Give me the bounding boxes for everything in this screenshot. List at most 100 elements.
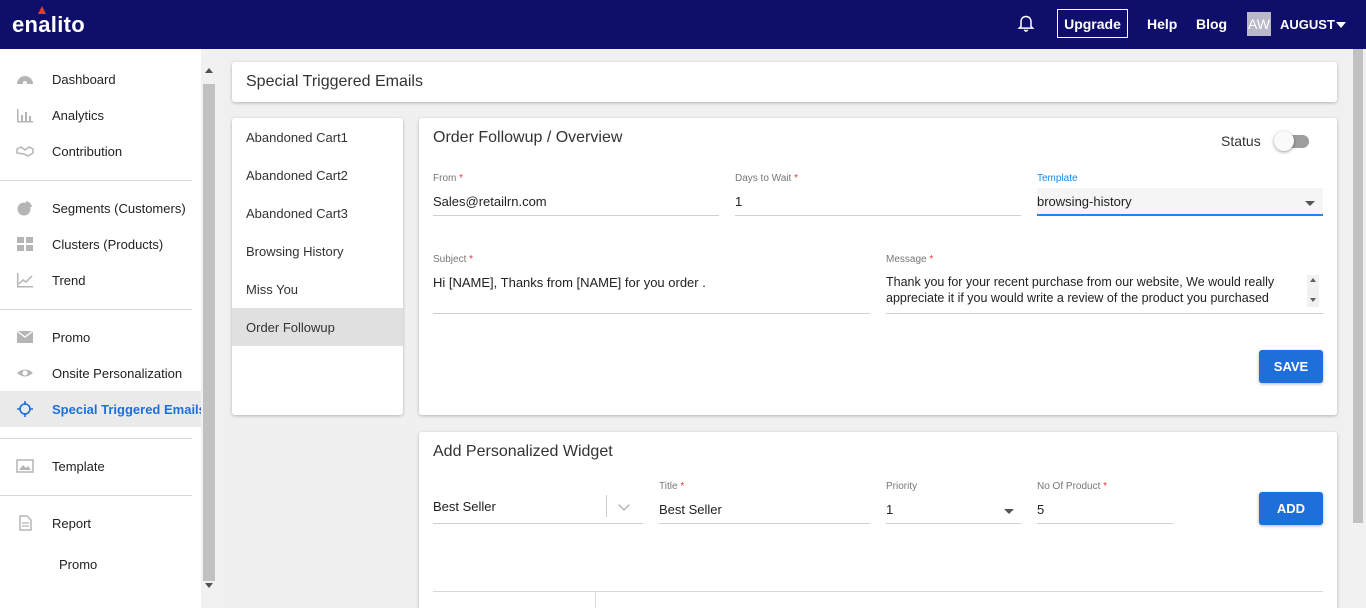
sidebar-item-segments[interactable]: Segments (Customers) [0,190,201,226]
upgrade-button[interactable]: Upgrade [1057,9,1128,38]
sidebar-divider [0,180,192,181]
status-label: Status [1221,133,1261,149]
scroll-up-icon[interactable] [205,68,213,73]
from-field[interactable]: Sales@retailrn.com [433,194,718,209]
sidebar-item-special-triggered-emails[interactable]: Special Triggered Emails [0,391,206,427]
grid-icon [17,237,33,251]
list-item[interactable]: Abandoned Cart1 [232,118,403,156]
sidebar-item-label: Promo [52,330,91,345]
list-item-label: Abandoned Cart1 [246,130,348,145]
sidebar-divider [0,495,192,496]
page-scrollbar-thumb[interactable] [1353,49,1363,523]
widget-type-underline [433,523,643,524]
table-column-divider [595,591,596,608]
dashboard-icon [17,76,33,85]
select-divider [606,495,607,517]
priority-label: Priority [886,481,918,492]
logo-accent-icon [38,6,46,14]
notification-bell-icon[interactable] [1016,14,1036,34]
sidebar-scrollbar-thumb[interactable] [203,84,215,581]
from-label: From * [433,173,463,184]
eye-icon [17,369,33,377]
days-label: Days to Wait * [735,173,798,184]
sidebar-item-label: Contribution [52,144,123,159]
user-menu-name[interactable]: AUGUST [1280,17,1335,32]
chevron-down-icon[interactable] [1305,201,1315,206]
table-header-border [433,591,1323,592]
product-count-label: No Of Product * [1037,481,1107,492]
add-widget-button[interactable]: ADD [1259,492,1323,525]
image-icon [16,459,34,473]
priority-underline [886,523,1021,524]
days-label-text: Days to Wait [735,173,792,184]
sidebar-item-template[interactable]: Template [0,448,201,484]
sidebar-subitem-promo[interactable]: Promo [59,557,97,572]
message-line: appreciate it if you would write a revie… [886,291,1269,305]
help-link[interactable]: Help [1147,16,1177,32]
subject-label-text: Subject [433,254,467,265]
list-item[interactable]: Abandoned Cart2 [232,156,403,194]
widget-title-underline [659,523,870,524]
required-mark: * [794,173,798,184]
list-item-label: Miss You [246,282,299,297]
sidebar-item-promo[interactable]: Promo [0,319,201,355]
priority-select[interactable]: 1 [886,502,986,517]
subject-field[interactable]: Hi [NAME], Thanks from [NAME] for you or… [433,275,870,290]
subject-field-underline [433,313,870,314]
list-item-label: Abandoned Cart2 [246,168,348,183]
product-count-field[interactable]: 5 [1037,502,1167,517]
chevron-down-icon[interactable] [618,499,630,511]
widget-title-field[interactable]: Best Seller [659,502,869,517]
list-item-label: Order Followup [246,320,335,335]
template-label: Template [1037,173,1078,184]
sidebar-item-label: Analytics [52,108,105,123]
list-item[interactable]: Miss You [232,270,403,308]
sidebar-item-label: Report [52,516,92,531]
app-logo[interactable]: enalito [12,12,85,38]
message-line: Thank you for your recent purchase from … [886,275,1275,289]
product-count-label-text: No Of Product [1037,481,1101,492]
analytics-icon [17,109,33,123]
status-toggle-knob[interactable] [1274,131,1294,151]
chevron-down-icon[interactable] [1004,509,1014,514]
pie-chart-icon [17,201,32,216]
list-item[interactable]: Abandoned Cart3 [232,194,403,232]
sidebar-item-trend[interactable]: Trend [0,262,201,298]
widget-type-select[interactable]: Best Seller [433,499,593,514]
sidebar-item-dashboard[interactable]: Dashboard [0,61,201,97]
avatar[interactable]: AW [1247,12,1271,36]
template-select-value[interactable]: browsing-history [1037,194,1287,209]
sidebar-divider [0,438,192,439]
sidebar-item-clusters[interactable]: Clusters (Products) [0,226,201,262]
sidebar-item-label: Trend [52,273,86,288]
list-item[interactable]: Browsing History [232,232,403,270]
required-mark: * [469,254,474,265]
sidebar-item-label: Clusters (Products) [52,237,164,252]
top-navbar: enalito Upgrade Help Blog AW AUGUST [0,0,1366,49]
message-field-underline [886,313,1323,314]
message-label: Message * [886,254,933,265]
email-type-list: Abandoned Cart1 Abandoned Cart2 Abandone… [232,118,403,415]
handshake-icon [16,146,34,157]
sidebar-item-label: Special Triggered Emails [52,402,206,417]
from-label-text: From [433,173,457,184]
chevron-down-icon[interactable] [1336,22,1346,28]
scroll-down-icon[interactable] [1310,298,1316,302]
blog-link[interactable]: Blog [1196,16,1227,32]
sidebar-item-report[interactable]: Report [0,505,201,541]
message-textarea[interactable]: Thank you for your recent purchase from … [886,274,1304,306]
sidebar-item-analytics[interactable]: Analytics [0,97,201,133]
save-button[interactable]: SAVE [1259,350,1323,383]
sidebar-item-contribution[interactable]: Contribution [0,133,201,169]
required-mark: * [1103,481,1108,492]
sidebar-item-onsite-personalization[interactable]: Onsite Personalization [0,355,201,391]
sidebar-item-label: Segments (Customers) [52,201,186,216]
widget-title: Add Personalized Widget [433,443,613,460]
days-to-wait-field[interactable]: 1 [735,194,1020,209]
scroll-up-icon[interactable] [1310,278,1316,282]
mail-icon [16,330,34,343]
scroll-down-icon[interactable] [205,583,213,588]
list-item-active[interactable]: Order Followup [232,308,403,346]
list-item-label: Browsing History [246,244,344,259]
document-icon [19,515,32,531]
